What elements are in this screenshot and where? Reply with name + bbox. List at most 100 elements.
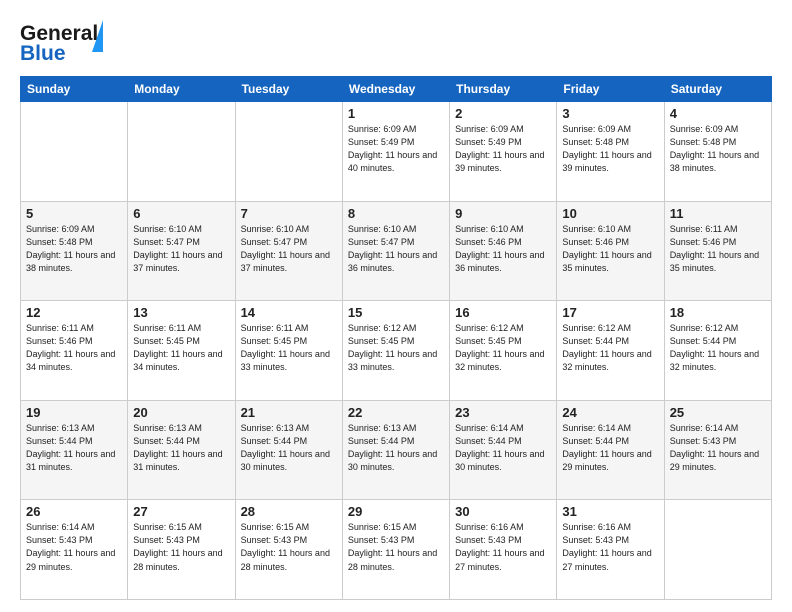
day-info: Sunrise: 6:14 AM Sunset: 5:44 PM Dayligh… xyxy=(455,422,551,474)
calendar-cell: 25 Sunrise: 6:14 AM Sunset: 5:43 PM Dayli… xyxy=(664,400,771,500)
day-number: 23 xyxy=(455,405,551,420)
day-info: Sunrise: 6:12 AM Sunset: 5:44 PM Dayligh… xyxy=(562,322,658,374)
calendar-cell: 4 Sunrise: 6:09 AM Sunset: 5:48 PM Daylig… xyxy=(664,102,771,202)
day-number: 17 xyxy=(562,305,658,320)
day-number: 2 xyxy=(455,106,551,121)
day-info: Sunrise: 6:13 AM Sunset: 5:44 PM Dayligh… xyxy=(241,422,337,474)
logo: General Blue xyxy=(20,16,110,66)
header-row: SundayMondayTuesdayWednesdayThursdayFrid… xyxy=(21,77,772,102)
day-info: Sunrise: 6:10 AM Sunset: 5:47 PM Dayligh… xyxy=(348,223,444,275)
calendar-cell xyxy=(235,102,342,202)
calendar-cell: 3Sunrise: 6:09 AM Sunset: 5:48 PM Daylig… xyxy=(557,102,664,202)
day-info: Sunrise: 6:15 AM Sunset: 5:43 PM Dayligh… xyxy=(133,521,229,573)
day-number: 12 xyxy=(26,305,122,320)
calendar-cell: 8 Sunrise: 6:10 AM Sunset: 5:47 PM Daylig… xyxy=(342,201,449,301)
calendar-cell: 9 Sunrise: 6:10 AM Sunset: 5:46 PM Daylig… xyxy=(450,201,557,301)
day-number: 9 xyxy=(455,206,551,221)
day-info: Sunrise: 6:11 AM Sunset: 5:45 PM Dayligh… xyxy=(241,322,337,374)
day-number: 26 xyxy=(26,504,122,519)
calendar-cell: 19Sunrise: 6:13 AM Sunset: 5:44 PM Dayli… xyxy=(21,400,128,500)
day-info: Sunrise: 6:12 AM Sunset: 5:45 PM Dayligh… xyxy=(348,322,444,374)
page: General Blue SundayMondayTuesdayWednesda… xyxy=(0,0,792,612)
week-row-1: 5 Sunrise: 6:09 AM Sunset: 5:48 PM Daylig… xyxy=(21,201,772,301)
calendar-cell: 30 Sunrise: 6:16 AM Sunset: 5:43 PM Dayli… xyxy=(450,500,557,600)
logo-triangle xyxy=(92,20,103,52)
calendar-cell: 11 Sunrise: 6:11 AM Sunset: 5:46 PM Dayli… xyxy=(664,201,771,301)
calendar-cell: 13Sunrise: 6:11 AM Sunset: 5:45 PM Dayli… xyxy=(128,301,235,401)
day-info: Sunrise: 6:09 AM Sunset: 5:48 PM Dayligh… xyxy=(670,123,766,175)
day-info: Sunrise: 6:13 AM Sunset: 5:44 PM Dayligh… xyxy=(26,422,122,474)
col-header-monday: Monday xyxy=(128,77,235,102)
day-number: 21 xyxy=(241,405,337,420)
day-info: Sunrise: 6:11 AM Sunset: 5:45 PM Dayligh… xyxy=(133,322,229,374)
day-number: 16 xyxy=(455,305,551,320)
calendar-table: SundayMondayTuesdayWednesdayThursdayFrid… xyxy=(20,76,772,600)
day-info: Sunrise: 6:11 AM Sunset: 5:46 PM Dayligh… xyxy=(670,223,766,275)
calendar-cell: 15Sunrise: 6:12 AM Sunset: 5:45 PM Dayli… xyxy=(342,301,449,401)
day-info: Sunrise: 6:10 AM Sunset: 5:47 PM Dayligh… xyxy=(133,223,229,275)
calendar-cell: 5 Sunrise: 6:09 AM Sunset: 5:48 PM Daylig… xyxy=(21,201,128,301)
day-info: Sunrise: 6:14 AM Sunset: 5:44 PM Dayligh… xyxy=(562,422,658,474)
day-info: Sunrise: 6:10 AM Sunset: 5:46 PM Dayligh… xyxy=(562,223,658,275)
day-info: Sunrise: 6:12 AM Sunset: 5:44 PM Dayligh… xyxy=(670,322,766,374)
col-header-thursday: Thursday xyxy=(450,77,557,102)
day-info: Sunrise: 6:16 AM Sunset: 5:43 PM Dayligh… xyxy=(455,521,551,573)
header: General Blue xyxy=(20,16,772,66)
calendar-cell: 16 Sunrise: 6:12 AM Sunset: 5:45 PM Dayli… xyxy=(450,301,557,401)
calendar-cell: 18 Sunrise: 6:12 AM Sunset: 5:44 PM Dayli… xyxy=(664,301,771,401)
day-number: 5 xyxy=(26,206,122,221)
day-number: 20 xyxy=(133,405,229,420)
day-number: 6 xyxy=(133,206,229,221)
day-info: Sunrise: 6:10 AM Sunset: 5:46 PM Dayligh… xyxy=(455,223,551,275)
day-number: 10 xyxy=(562,206,658,221)
day-number: 11 xyxy=(670,206,766,221)
week-row-3: 19Sunrise: 6:13 AM Sunset: 5:44 PM Dayli… xyxy=(21,400,772,500)
day-number: 25 xyxy=(670,405,766,420)
day-info: Sunrise: 6:09 AM Sunset: 5:49 PM Dayligh… xyxy=(348,123,444,175)
calendar-cell xyxy=(21,102,128,202)
calendar-cell: 26 Sunrise: 6:14 AM Sunset: 5:43 PM Dayli… xyxy=(21,500,128,600)
day-info: Sunrise: 6:15 AM Sunset: 5:43 PM Dayligh… xyxy=(348,521,444,573)
calendar-cell: 14 Sunrise: 6:11 AM Sunset: 5:45 PM Dayli… xyxy=(235,301,342,401)
calendar-cell xyxy=(128,102,235,202)
day-number: 7 xyxy=(241,206,337,221)
day-info: Sunrise: 6:09 AM Sunset: 5:48 PM Dayligh… xyxy=(26,223,122,275)
logo-blue: Blue xyxy=(20,42,66,66)
col-header-sunday: Sunday xyxy=(21,77,128,102)
day-info: Sunrise: 6:14 AM Sunset: 5:43 PM Dayligh… xyxy=(670,422,766,474)
calendar-cell: 6 Sunrise: 6:10 AM Sunset: 5:47 PM Daylig… xyxy=(128,201,235,301)
day-info: Sunrise: 6:11 AM Sunset: 5:46 PM Dayligh… xyxy=(26,322,122,374)
day-info: Sunrise: 6:16 AM Sunset: 5:43 PM Dayligh… xyxy=(562,521,658,573)
calendar-cell: 17 Sunrise: 6:12 AM Sunset: 5:44 PM Dayli… xyxy=(557,301,664,401)
day-number: 22 xyxy=(348,405,444,420)
calendar-cell: 24 Sunrise: 6:14 AM Sunset: 5:44 PM Dayli… xyxy=(557,400,664,500)
calendar-cell: 12 Sunrise: 6:11 AM Sunset: 5:46 PM Dayli… xyxy=(21,301,128,401)
day-info: Sunrise: 6:14 AM Sunset: 5:43 PM Dayligh… xyxy=(26,521,122,573)
day-info: Sunrise: 6:12 AM Sunset: 5:45 PM Dayligh… xyxy=(455,322,551,374)
day-number: 8 xyxy=(348,206,444,221)
day-number: 14 xyxy=(241,305,337,320)
day-number: 24 xyxy=(562,405,658,420)
col-header-wednesday: Wednesday xyxy=(342,77,449,102)
col-header-friday: Friday xyxy=(557,77,664,102)
calendar-cell: 31Sunrise: 6:16 AM Sunset: 5:43 PM Dayli… xyxy=(557,500,664,600)
week-row-2: 12 Sunrise: 6:11 AM Sunset: 5:46 PM Dayli… xyxy=(21,301,772,401)
calendar-cell: 29Sunrise: 6:15 AM Sunset: 5:43 PM Dayli… xyxy=(342,500,449,600)
day-number: 4 xyxy=(670,106,766,121)
calendar-cell: 27 Sunrise: 6:15 AM Sunset: 5:43 PM Dayli… xyxy=(128,500,235,600)
calendar-cell: 28 Sunrise: 6:15 AM Sunset: 5:43 PM Dayli… xyxy=(235,500,342,600)
day-info: Sunrise: 6:10 AM Sunset: 5:47 PM Dayligh… xyxy=(241,223,337,275)
calendar-cell: 10 Sunrise: 6:10 AM Sunset: 5:46 PM Dayli… xyxy=(557,201,664,301)
day-number: 27 xyxy=(133,504,229,519)
calendar-cell: 23 Sunrise: 6:14 AM Sunset: 5:44 PM Dayli… xyxy=(450,400,557,500)
day-info: Sunrise: 6:09 AM Sunset: 5:48 PM Dayligh… xyxy=(562,123,658,175)
col-header-tuesday: Tuesday xyxy=(235,77,342,102)
week-row-4: 26 Sunrise: 6:14 AM Sunset: 5:43 PM Dayli… xyxy=(21,500,772,600)
day-number: 30 xyxy=(455,504,551,519)
day-number: 18 xyxy=(670,305,766,320)
day-info: Sunrise: 6:15 AM Sunset: 5:43 PM Dayligh… xyxy=(241,521,337,573)
day-number: 28 xyxy=(241,504,337,519)
col-header-saturday: Saturday xyxy=(664,77,771,102)
calendar-cell: 7 Sunrise: 6:10 AM Sunset: 5:47 PM Daylig… xyxy=(235,201,342,301)
calendar-cell: 22Sunrise: 6:13 AM Sunset: 5:44 PM Dayli… xyxy=(342,400,449,500)
